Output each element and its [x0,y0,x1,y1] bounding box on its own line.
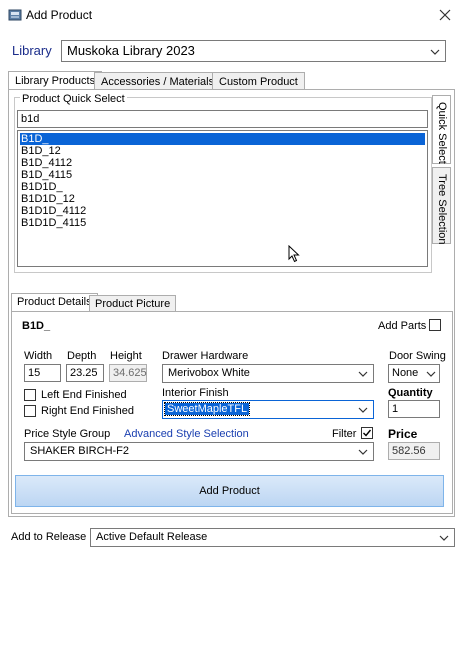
filter-checkbox[interactable] [361,427,373,439]
door-swing-value: None [392,367,419,379]
price-label: Price [388,427,418,441]
door-swing-select[interactable]: None [388,364,440,383]
title-bar: Add Product [0,0,460,32]
product-quick-select-label: Product Quick Select [20,93,127,105]
checkmark-icon [363,429,372,437]
release-select[interactable]: Active Default Release [90,528,455,547]
quantity-input[interactable]: 1 [388,400,440,418]
interior-finish-select[interactable]: SweetMapleTFL [162,400,374,419]
close-icon [439,9,451,21]
drawer-hardware-value: Merivobox White [168,367,250,379]
price-value: 582.56 [392,445,426,457]
add-product-button-label: Add Product [199,485,260,497]
mouse-cursor-icon [288,245,300,263]
list-item[interactable]: B1D_12 [20,145,425,157]
list-item[interactable]: B1D1D_4112 [20,205,425,217]
quantity-value: 1 [392,403,399,415]
add-parts-label: Add Parts [378,320,427,332]
tab-tree-selection[interactable]: Tree Selection [432,167,451,245]
tab-quick-select[interactable]: Quick Select [432,95,451,164]
height-value: 34.625 [113,367,147,379]
list-item[interactable]: B1D_ [20,133,425,145]
chevron-down-icon [358,371,368,377]
chevron-down-icon [439,535,449,541]
list-item[interactable]: B1D1D_4115 [20,217,425,229]
add-product-button[interactable]: Add Product [15,475,444,507]
width-input[interactable]: 15 [24,364,61,382]
depth-input[interactable]: 23.25 [66,364,104,382]
price-style-group-value: SHAKER BIRCH-F2 [30,445,130,457]
drawer-hardware-label: Drawer Hardware [162,350,249,362]
product-search-input[interactable]: b1d [17,110,428,128]
app-icon [8,9,22,21]
door-swing-label: Door Swing [389,350,446,362]
close-button[interactable] [436,6,454,24]
depth-value: 23.25 [70,367,98,379]
tab-product-details[interactable]: Product Details [11,293,98,313]
chevron-down-icon [430,49,440,55]
release-select-value: Active Default Release [96,531,208,543]
library-select-value: Muskoka Library 2023 [67,43,195,58]
add-parts-checkbox[interactable] [429,319,441,331]
library-label: Library [12,43,52,58]
interior-finish-value: SweetMapleTFL [163,402,251,416]
left-end-finished-checkbox[interactable] [24,389,36,401]
window-title: Add Product [26,8,93,22]
depth-label: Depth [67,350,97,362]
chevron-down-icon [358,407,368,413]
product-search-value: b1d [21,113,40,125]
product-code: B1D_ [22,320,51,332]
price-field: 582.56 [388,442,440,460]
interior-finish-label: Interior Finish [162,387,229,399]
filter-label: Filter [332,428,357,440]
chevron-down-icon [358,449,368,455]
product-list[interactable]: B1D_ B1D_12 B1D_4112 B1D_4115 B1D1D_ B1D… [17,130,428,267]
tab-quick-select-label: Quick Select [436,102,448,164]
library-select[interactable]: Muskoka Library 2023 [61,40,446,62]
right-end-finished-checkbox[interactable] [24,405,36,417]
width-value: 15 [28,367,41,379]
right-end-finished-label: Right End Finished [41,405,134,417]
width-label: Width [24,350,53,362]
quantity-label: Quantity [388,387,433,399]
list-item[interactable]: B1D1D_ [20,181,425,193]
list-item[interactable]: B1D_4112 [20,157,425,169]
left-end-finished-label: Left End Finished [41,389,127,401]
add-to-release-label: Add to Release [11,531,87,543]
height-input: 34.625 [109,364,147,382]
advanced-style-selection-link[interactable]: Advanced Style Selection [124,428,249,440]
drawer-hardware-select[interactable]: Merivobox White [162,364,374,383]
height-label: Height [110,350,142,362]
price-style-group-select[interactable]: SHAKER BIRCH-F2 [24,442,374,461]
price-style-group-label: Price Style Group [24,428,111,440]
chevron-down-icon [426,371,436,377]
tab-tree-selection-label: Tree Selection [436,174,448,245]
list-item[interactable]: B1D1D_12 [20,193,425,205]
list-item[interactable]: B1D_4115 [20,169,425,181]
